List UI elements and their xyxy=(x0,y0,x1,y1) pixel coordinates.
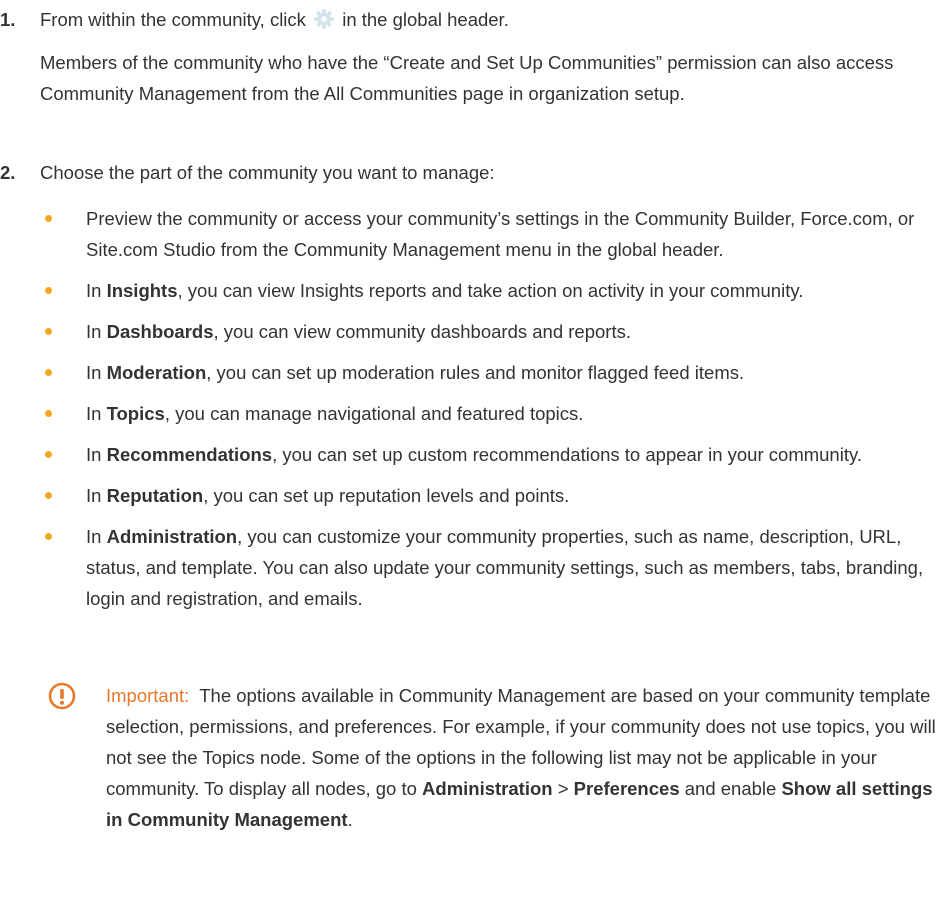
list-item-prefix: In xyxy=(86,362,107,383)
list-item-prefix: In xyxy=(86,526,107,547)
gear-icon xyxy=(314,9,335,29)
bullet-dot-icon xyxy=(45,451,52,458)
list-item-keyword: Recommendations xyxy=(106,444,273,465)
list-item-text: , you can set up custom recommendations … xyxy=(272,444,862,465)
step-2-intro: Choose the part of the community you wan… xyxy=(40,162,495,183)
list-item: In Administration, you can customize you… xyxy=(40,521,951,614)
bullet-list: Preview the community or access your com… xyxy=(40,203,951,614)
list-item-prefix: In xyxy=(86,321,107,342)
important-callout: Important: The options available in Comm… xyxy=(48,680,951,835)
step-2-body: Choose the part of the community you wan… xyxy=(40,157,951,188)
list-item-text: , you can manage navigational and featur… xyxy=(164,403,584,424)
important-icon xyxy=(48,682,76,710)
list-item-text: , you can view community dashboards and … xyxy=(213,321,632,342)
step-1-text-a: From within the community, click xyxy=(40,9,306,30)
step-2-number: 2. xyxy=(0,162,16,183)
list-item: In Reputation, you can set up reputation… xyxy=(40,480,951,511)
list-item-keyword: Insights xyxy=(106,280,178,301)
list-item-text: , you can set up reputation levels and p… xyxy=(203,485,570,506)
list-item: In Dashboards, you can view community da… xyxy=(40,316,951,347)
list-item: In Recommendations, you can set up custo… xyxy=(40,439,951,470)
step-1-instruction: From within the community, click in the … xyxy=(40,4,951,35)
important-text: Important: The options available in Comm… xyxy=(106,680,951,835)
important-body-3: . xyxy=(347,809,353,830)
list-item-keyword: Topics xyxy=(106,403,165,424)
list-item: In Topics, you can manage navigational a… xyxy=(40,398,951,429)
important-label: Important: xyxy=(106,685,190,706)
bullet-dot-icon xyxy=(45,287,52,294)
list-item-keyword: Reputation xyxy=(106,485,204,506)
step-1-text-b: in the global header. xyxy=(342,9,509,30)
list-item: Preview the community or access your com… xyxy=(40,203,951,265)
list-item-prefix: In xyxy=(86,485,107,506)
list-item-text: Preview the community or access your com… xyxy=(86,208,915,260)
bullet-dot-icon xyxy=(45,328,52,335)
list-item-keyword: Administration xyxy=(106,526,238,547)
list-item-prefix: In xyxy=(86,444,107,465)
list-item-keyword: Dashboards xyxy=(106,321,214,342)
important-body-2: and enable xyxy=(684,778,777,799)
bullet-dot-icon xyxy=(45,369,52,376)
list-item-prefix: In xyxy=(86,280,107,301)
list-item-text: , you can view Insights reports and take… xyxy=(177,280,804,301)
list-item-text: , you can set up moderation rules and mo… xyxy=(206,362,745,383)
list-item-prefix: In xyxy=(86,403,107,424)
bullet-dot-icon xyxy=(45,533,52,540)
step-1-body: From within the community, click in the … xyxy=(40,4,951,109)
bullet-dot-icon xyxy=(45,492,52,499)
step-1-number: 1. xyxy=(0,9,16,30)
bullet-dot-icon xyxy=(45,410,52,417)
list-item-keyword: Moderation xyxy=(106,362,207,383)
step-1-note: Members of the community who have the “C… xyxy=(40,52,894,104)
list-item: In Insights, you can view Insights repor… xyxy=(40,275,951,306)
important-keyword-preferences: Preferences xyxy=(573,778,680,799)
bullet-dot-icon xyxy=(45,215,52,222)
important-keyword-administration: Administration xyxy=(422,778,553,799)
important-separator: > xyxy=(557,778,569,799)
list-item: In Moderation, you can set up moderation… xyxy=(40,357,951,388)
